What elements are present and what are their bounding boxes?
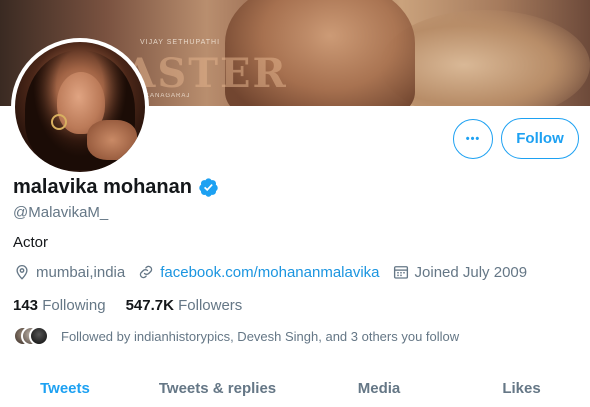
follow-button[interactable]: Follow: [501, 118, 579, 159]
profile-avatar[interactable]: [11, 38, 149, 176]
tab-media[interactable]: Media: [305, 370, 453, 407]
location-text: mumbai,india: [36, 263, 126, 281]
profile-tabs: Tweets Tweets & replies Media Likes: [0, 370, 590, 407]
tab-likes[interactable]: Likes: [453, 370, 590, 407]
location-item: mumbai,india: [13, 263, 125, 281]
followers-count[interactable]: 547.7K Followers: [126, 297, 243, 314]
profile-name: malavika mohanan: [13, 176, 192, 198]
profile-meta: mumbai,india facebook.com/mohananmalavik…: [13, 263, 539, 281]
follower-avatar: [29, 326, 49, 346]
joined-text: Joined July 2009: [414, 263, 528, 281]
follow-counts: 143 Following 547.7K Followers: [13, 297, 262, 314]
verified-badge-icon: [198, 177, 219, 198]
link-icon: [140, 265, 153, 279]
following-count[interactable]: 143 Following: [13, 297, 106, 314]
tab-tweets[interactable]: Tweets: [0, 370, 130, 407]
avatar-hand: [87, 120, 137, 160]
followed-by-text: Followed by indianhistorypics, Devesh Si…: [61, 328, 460, 344]
website-item[interactable]: facebook.com/mohananmalavika: [137, 263, 380, 281]
name-row: malavika mohanan: [13, 176, 219, 199]
following-label: Following: [42, 297, 106, 314]
profile-handle: @MalavikaM_: [13, 204, 109, 221]
followers-value: 547.7K: [125, 297, 174, 314]
followed-by-row[interactable]: Followed by indianhistorypics, Devesh Si…: [13, 326, 459, 346]
location-pin-icon: [16, 265, 28, 280]
profile-bio: Actor: [13, 234, 49, 251]
more-options-button[interactable]: •••: [453, 119, 493, 159]
more-options-icon: •••: [465, 133, 481, 145]
tab-tweets-replies[interactable]: Tweets & replies: [130, 370, 305, 407]
calendar-icon: [393, 266, 408, 279]
banner-credit-bottom: KANAGARAJ: [145, 93, 191, 99]
banner-credit-top: VIJAY SETHUPATHI: [140, 39, 221, 46]
website-link[interactable]: facebook.com/mohananmalavika: [160, 264, 379, 281]
joined-item: Joined July 2009: [392, 263, 528, 281]
followed-by-avatars: [13, 326, 49, 346]
following-value: 143: [13, 297, 39, 314]
followers-label: Followers: [178, 297, 243, 314]
avatar-earring: [51, 114, 67, 130]
